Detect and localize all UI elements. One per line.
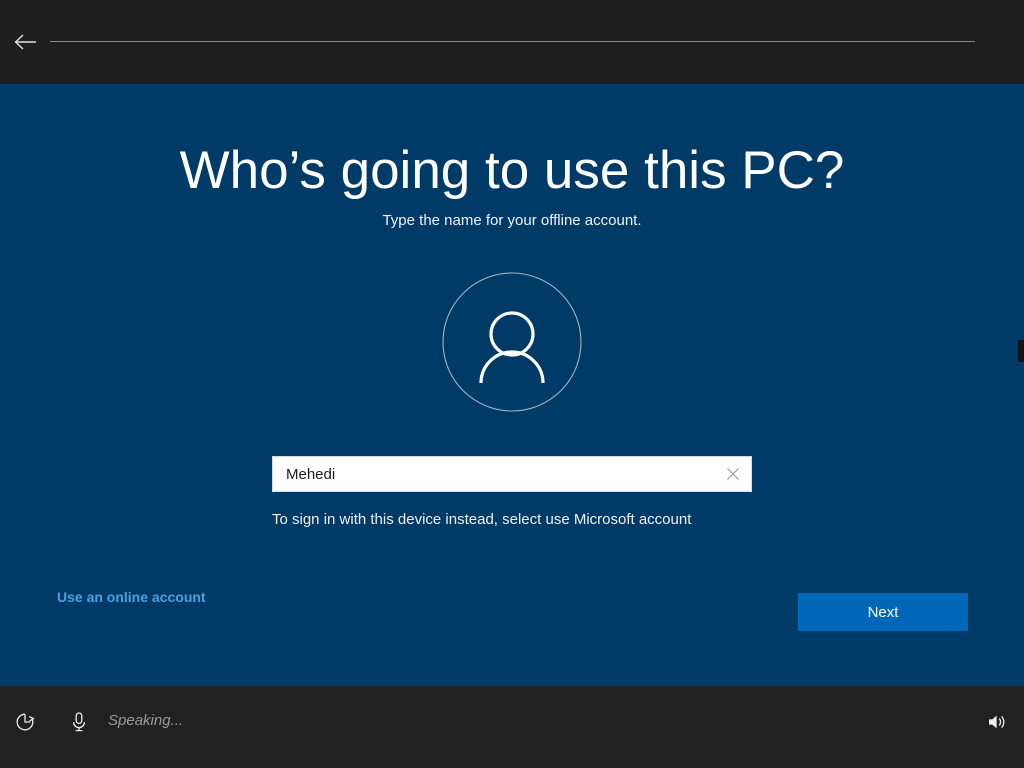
top-bar <box>0 0 1024 84</box>
sign-in-hint: To sign in with this device instead, sel… <box>272 511 692 528</box>
header-divider <box>50 41 975 42</box>
next-button[interactable]: Next <box>798 593 968 631</box>
speaking-status: Speaking... <box>108 712 184 729</box>
name-input[interactable] <box>273 457 715 491</box>
person-avatar-icon <box>442 272 582 412</box>
back-button[interactable] <box>10 27 40 57</box>
ease-of-access-icon[interactable] <box>10 707 40 737</box>
page-subtitle: Type the name for your offline account. <box>382 212 642 229</box>
speaker-icon[interactable] <box>982 707 1012 737</box>
right-edge-notch <box>1018 340 1024 362</box>
name-field[interactable] <box>272 456 752 492</box>
bottom-bar: Speaking... <box>0 686 1024 768</box>
close-icon[interactable] <box>715 457 751 491</box>
microphone-icon[interactable] <box>64 707 94 737</box>
main-content: Who’s going to use this PC? Type the nam… <box>0 84 1024 686</box>
oobe-screen: Who’s going to use this PC? Type the nam… <box>0 0 1024 768</box>
use-online-account-link[interactable]: Use an online account <box>57 589 206 605</box>
page-title: Who’s going to use this PC? <box>179 141 845 200</box>
